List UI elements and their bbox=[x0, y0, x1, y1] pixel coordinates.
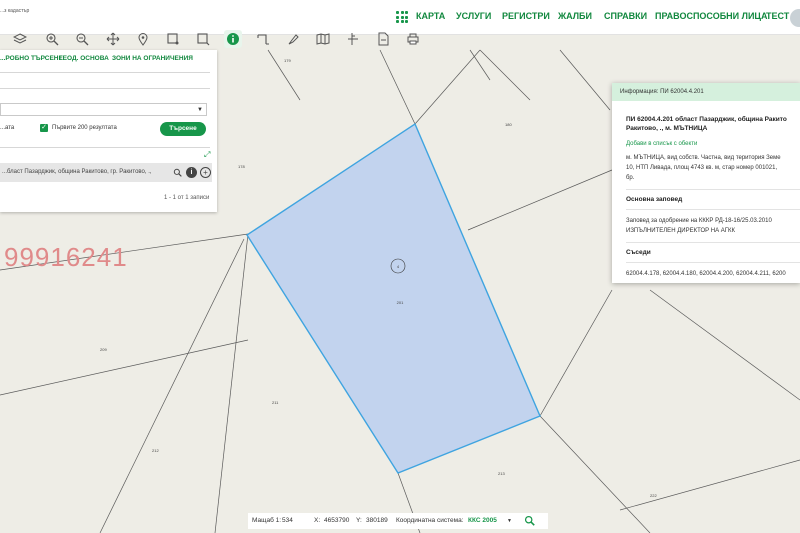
map-icon[interactable] bbox=[314, 30, 332, 48]
scale-label: Мащаб 1: bbox=[252, 517, 282, 524]
parcel-number-label: 201 bbox=[397, 300, 404, 305]
order-text-2: ИЗПЪЛНИТЕЛЕН ДИРЕКТОР НА АГКК bbox=[626, 228, 736, 234]
info-icon[interactable]: i bbox=[186, 167, 197, 178]
brush-icon[interactable] bbox=[284, 30, 302, 48]
location-pin-icon[interactable] bbox=[134, 30, 152, 48]
divider bbox=[626, 242, 800, 243]
neighbors-section-title: Съседи bbox=[626, 249, 651, 256]
parcel-label: 179 bbox=[284, 58, 291, 63]
nav-test[interactable]: ТЕСТ bbox=[766, 11, 789, 21]
parcel-label: 212 bbox=[152, 448, 159, 453]
user-avatar[interactable] bbox=[790, 9, 800, 27]
chevron-down-icon[interactable]: ▼ bbox=[507, 518, 512, 524]
tab-detailed-search[interactable]: ...РОБНО ТЪРСЕНЕ bbox=[0, 55, 63, 62]
x-label: X: bbox=[314, 517, 321, 524]
field-underline[interactable] bbox=[0, 88, 210, 89]
expand-icon[interactable]: ⤢ bbox=[204, 150, 210, 160]
y-label: Y: bbox=[356, 517, 362, 524]
order-section-title: Основна заповед bbox=[626, 196, 683, 203]
parcel-title-cont: Ракитово, ., м. МЪТНИЦА bbox=[626, 125, 708, 132]
scale-value[interactable]: 534 bbox=[282, 517, 293, 524]
first200-checkbox[interactable]: ✓ bbox=[40, 124, 48, 132]
layers-icon[interactable] bbox=[11, 30, 29, 48]
cut-icon[interactable] bbox=[254, 30, 272, 48]
parcel-label: 209 bbox=[100, 347, 107, 352]
order-text-1: Заповед за одобрение на КККР РД-18-16/25… bbox=[626, 218, 772, 224]
nav-licensed-persons[interactable]: ПРАВОСПОСОБНИ ЛИЦА bbox=[655, 11, 768, 21]
result-text: ...бласт Пазарджик, община Ракитово, гр.… bbox=[2, 169, 152, 175]
brand-text: ...з кадастър bbox=[0, 8, 30, 14]
nav-complaints[interactable]: ЖАЛБИ bbox=[558, 11, 592, 21]
pagination-text: 1 - 1 от 1 записи bbox=[164, 195, 210, 201]
crs-select[interactable]: ККС 2005 bbox=[468, 517, 497, 524]
parcel-description-3: бр. bbox=[626, 175, 635, 181]
info-panel-body: ПИ 62004.4.201 област Пазарджик, община … bbox=[626, 115, 800, 279]
map-toolbar bbox=[0, 28, 430, 50]
add-to-list-link[interactable]: Добави в списък с обекти bbox=[626, 141, 800, 147]
filter-select[interactable]: ▼ bbox=[0, 103, 207, 116]
search-panel: ...РОБНО ТЪРСЕНЕ ГЕОД. ОСНОВА ЗОНИ НА ОГ… bbox=[0, 50, 217, 212]
divider bbox=[626, 262, 800, 263]
field-underline bbox=[0, 72, 210, 73]
crop-icon[interactable] bbox=[194, 30, 212, 48]
chevron-down-icon: ▼ bbox=[197, 107, 203, 113]
measure-icon[interactable] bbox=[344, 30, 362, 48]
pan-icon[interactable] bbox=[104, 30, 122, 48]
search-icon[interactable] bbox=[172, 167, 183, 178]
parcel-label: 222 bbox=[650, 493, 657, 498]
parcel-description-2: 10, НТП Ливада, площ 4743 кв. м, стар но… bbox=[626, 165, 778, 171]
parcel-label: 180 bbox=[505, 122, 512, 127]
search-coords-icon[interactable] bbox=[524, 515, 535, 528]
info-panel: Информация: ПИ 62004.4.201 ПИ 62004.4.20… bbox=[612, 83, 800, 283]
result-row[interactable]: ...бласт Пазарджик, община Ракитово, гр.… bbox=[0, 163, 212, 182]
status-bar: Мащаб 1: 534 X: 4653790 Y: 380189 Коорди… bbox=[248, 513, 548, 529]
add-icon[interactable]: + bbox=[200, 167, 211, 178]
first200-label: Първите 200 резултата bbox=[52, 125, 117, 131]
search-button[interactable]: Търсене bbox=[160, 122, 206, 136]
info-panel-header: Информация: ПИ 62004.4.201 bbox=[612, 83, 800, 101]
parcel-description-1: м. МЪТНИЦА, вид собств. Частна, вид тери… bbox=[626, 155, 781, 161]
zoom-out-icon[interactable] bbox=[73, 30, 91, 48]
apps-grid-icon[interactable] bbox=[396, 11, 408, 23]
divider bbox=[0, 147, 210, 148]
parcel-label: 213 bbox=[498, 471, 505, 476]
parcel-label: 211 bbox=[272, 400, 279, 405]
watermark-number: 99916241 bbox=[4, 242, 128, 272]
print-icon[interactable] bbox=[404, 30, 422, 48]
x-value: 4653790 bbox=[324, 517, 350, 524]
nav-registers[interactable]: РЕГИСТРИ bbox=[502, 11, 550, 21]
parcel-label: 178 bbox=[238, 164, 245, 169]
zoom-in-icon[interactable] bbox=[43, 30, 61, 48]
nav-services[interactable]: УСЛУГИ bbox=[456, 11, 491, 21]
tab-restriction-zones[interactable]: ЗОНИ НА ОГРАНИЧЕНИЯ bbox=[112, 55, 193, 62]
info-icon[interactable] bbox=[224, 30, 242, 48]
select-area-icon[interactable] bbox=[164, 30, 182, 48]
neighbors-list: 62004.4.178, 62004.4.180, 62004.4.200, 6… bbox=[626, 271, 786, 277]
tab-geodetic-base[interactable]: ГЕОД. ОСНОВА bbox=[59, 55, 109, 62]
nav-references[interactable]: СПРАВКИ bbox=[604, 11, 647, 21]
info-panel-title: Информация: ПИ 62004.4.201 bbox=[620, 89, 704, 95]
divider bbox=[626, 189, 800, 190]
divider bbox=[626, 209, 800, 210]
y-value: 380189 bbox=[366, 517, 388, 524]
crs-label: Координатна система: bbox=[396, 517, 464, 524]
nav-map[interactable]: КАРТА bbox=[416, 11, 445, 21]
parcel-title: ПИ 62004.4.201 област Пазарджик, община … bbox=[626, 116, 787, 123]
field-label: ...ата bbox=[0, 125, 15, 131]
document-icon[interactable] bbox=[374, 30, 392, 48]
